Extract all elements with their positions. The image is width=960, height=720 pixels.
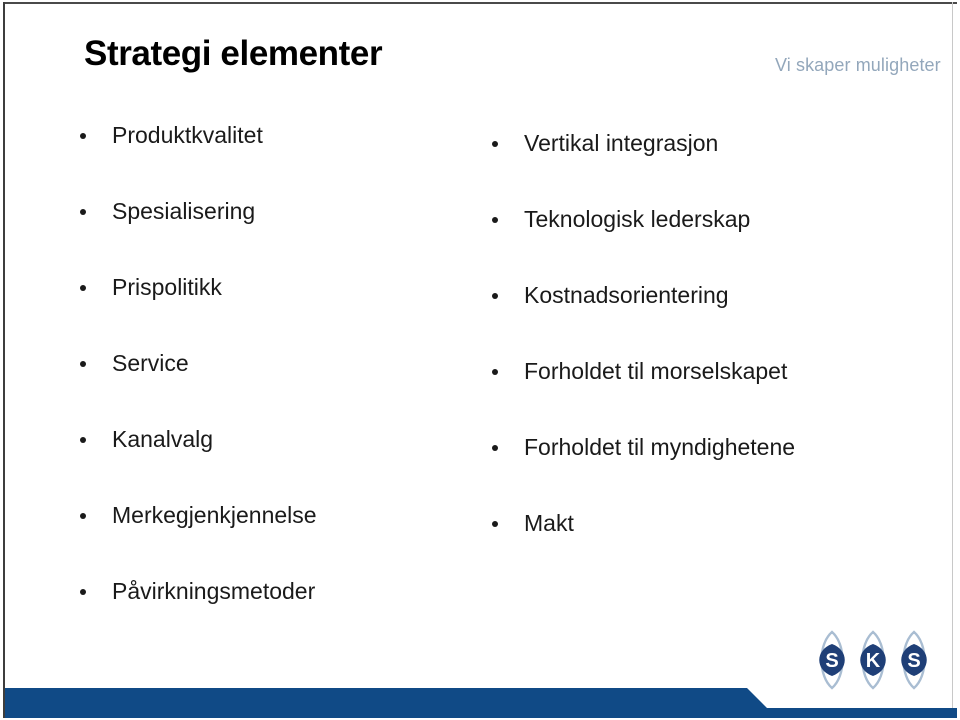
bullet-dot-icon — [492, 293, 498, 299]
list-item-label: Produktkvalitet — [112, 122, 263, 148]
slide-border-top — [3, 2, 957, 4]
list-item-label: Spesialisering — [112, 198, 256, 224]
presentation-slide: Strategi elementer Vi skaper muligheter … — [0, 0, 960, 720]
bullet-dot-icon — [80, 133, 86, 139]
list-item-label: Kanalvalg — [112, 426, 214, 452]
list-item: Forholdet til morselskapet — [492, 358, 942, 434]
list-item-label: Forholdet til morselskapet — [524, 358, 788, 384]
list-item-label: Service — [112, 350, 189, 376]
list-item-label: Påvirkningsmetoder — [112, 578, 316, 604]
bullet-dot-icon — [492, 521, 498, 527]
list-item-label: Forholdet til myndighetene — [524, 434, 796, 460]
list-item-label: Prispolitikk — [112, 274, 222, 300]
list-item: Service — [80, 350, 480, 426]
list-item: Kanalvalg — [80, 426, 480, 502]
bullet-dot-icon — [80, 285, 86, 291]
bullet-dot-icon — [492, 141, 498, 147]
list-item: Spesialisering — [80, 198, 480, 274]
list-item: Makt — [492, 510, 942, 586]
list-item-label: Teknologisk lederskap — [524, 206, 751, 232]
bullet-dot-icon — [492, 445, 498, 451]
list-item: Forholdet til myndighetene — [492, 434, 942, 510]
list-item-label: Makt — [524, 510, 574, 536]
list-item: Vertikal integrasjon — [492, 130, 942, 206]
bullet-column-left: Produktkvalitet Spesialisering Prispolit… — [80, 122, 480, 654]
list-item: Produktkvalitet — [80, 122, 480, 198]
slide-border-left — [3, 2, 5, 718]
footer-blue-bar — [5, 660, 957, 720]
list-item-label: Vertikal integrasjon — [524, 130, 719, 156]
bullet-dot-icon — [80, 361, 86, 367]
bullet-dot-icon — [80, 513, 86, 519]
list-item: Kostnadsorientering — [492, 282, 942, 358]
slide-border-right — [952, 2, 953, 718]
list-item-label: Kostnadsorientering — [524, 282, 729, 308]
bullet-dot-icon — [80, 589, 86, 595]
list-item-label: Merkegjenkjennelse — [112, 502, 317, 528]
page-title: Strategi elementer — [84, 34, 383, 73]
list-item: Merkegjenkjennelse — [80, 502, 480, 578]
list-item: Påvirkningsmetoder — [80, 578, 480, 654]
bullet-dot-icon — [492, 217, 498, 223]
bullet-dot-icon — [492, 369, 498, 375]
bullet-column-right: Vertikal integrasjon Teknologisk ledersk… — [492, 130, 942, 586]
bullet-dot-icon — [80, 437, 86, 443]
company-tagline: Vi skaper muligheter — [775, 55, 941, 75]
bullet-dot-icon — [80, 209, 86, 215]
list-item: Teknologisk lederskap — [492, 206, 942, 282]
list-item: Prispolitikk — [80, 274, 480, 350]
